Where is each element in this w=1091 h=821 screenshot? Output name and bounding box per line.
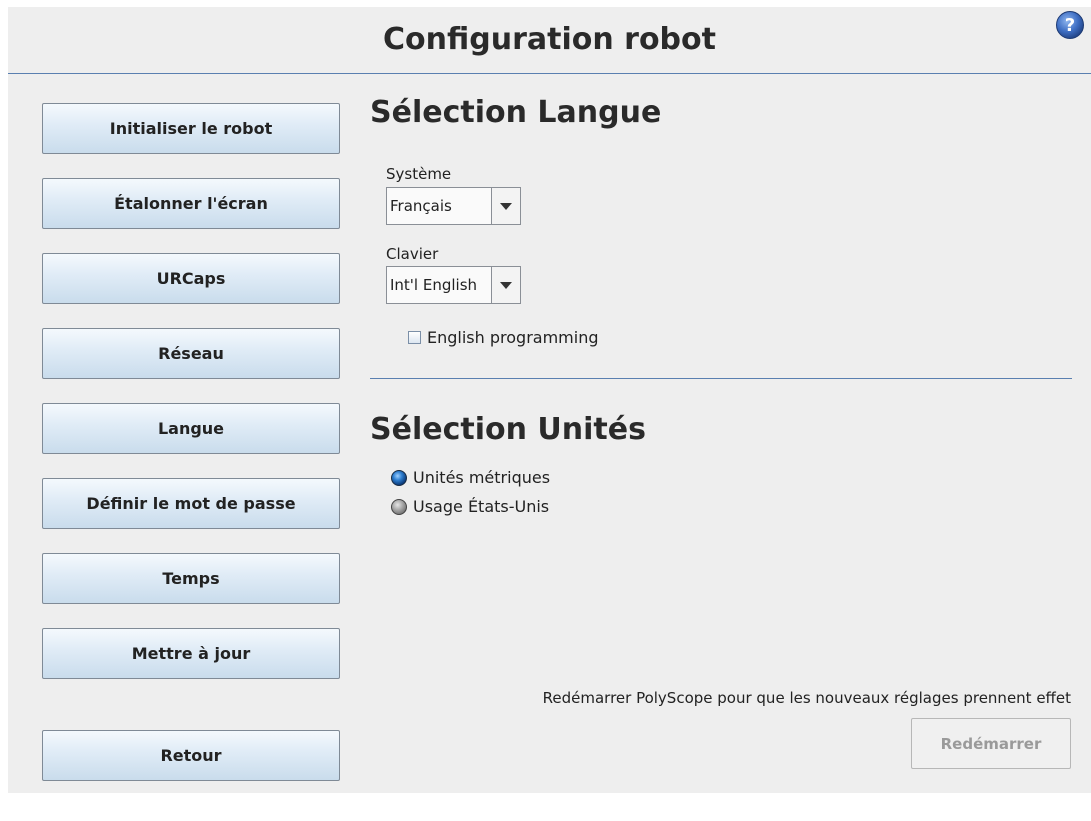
keyboard-language-value: Int'l English [390, 276, 478, 294]
english-programming-checkbox[interactable]: English programming [408, 328, 598, 347]
sidebar-item-set-password[interactable]: Définir le mot de passe [42, 478, 340, 529]
dropdown-button[interactable] [491, 188, 520, 224]
system-language-dropdown[interactable]: Français [386, 187, 521, 225]
title-bar: Configuration robot ? [8, 7, 1091, 74]
sidebar-item-label: Mettre à jour [131, 644, 251, 663]
sidebar-item-language[interactable]: Langue [42, 403, 340, 454]
back-button[interactable]: Retour [42, 730, 340, 781]
radio-unselected-icon[interactable] [391, 498, 407, 515]
page-title: Configuration robot [383, 22, 716, 57]
sidebar-item-label: Temps [162, 569, 220, 588]
radio-us-units[interactable]: Usage États-Unis [391, 497, 549, 516]
language-heading: Sélection Langue [370, 95, 662, 130]
sidebar-item-label: Réseau [158, 344, 224, 363]
radio-label: Unités métriques [413, 468, 551, 487]
svg-text:?: ? [1065, 15, 1075, 36]
sidebar-item-update[interactable]: Mettre à jour [42, 628, 340, 679]
chevron-down-icon [500, 203, 512, 210]
restart-button[interactable]: Redémarrer [911, 718, 1071, 769]
radio-metric-units[interactable]: Unités métriques [391, 468, 550, 487]
sidebar-item-label: Langue [157, 419, 225, 438]
sidebar-item-initialize-robot[interactable]: Initialiser le robot [42, 103, 340, 154]
help-icon[interactable]: ? [1055, 10, 1085, 40]
checkbox-icon[interactable] [408, 331, 421, 344]
sidebar-item-label: Définir le mot de passe [86, 494, 296, 513]
back-button-label: Retour [160, 746, 222, 765]
app-window: Configuration robot ? Initialiser le rob… [8, 7, 1091, 793]
radio-label: Usage États-Unis [413, 497, 550, 516]
sidebar-item-urcaps[interactable]: URCaps [42, 253, 340, 304]
sidebar-item-label: URCaps [156, 269, 226, 288]
sidebar-item-network[interactable]: Réseau [42, 328, 340, 379]
units-heading: Sélection Unités [370, 412, 646, 447]
section-divider [370, 378, 1072, 379]
keyboard-language-label: Clavier [386, 245, 439, 263]
sidebar-item-label: Initialiser le robot [109, 119, 273, 138]
sidebar-item-calibrate-screen[interactable]: Étalonner l'écran [42, 178, 340, 229]
keyboard-language-dropdown[interactable]: Int'l English [386, 266, 521, 304]
sidebar-item-label: Étalonner l'écran [114, 194, 268, 213]
system-language-value: Français [390, 197, 452, 215]
radio-selected-icon[interactable] [391, 469, 407, 486]
english-programming-label: English programming [427, 328, 599, 347]
chevron-down-icon [500, 282, 512, 289]
system-language-label: Système [386, 165, 452, 183]
sidebar-item-time[interactable]: Temps [42, 553, 340, 604]
dropdown-button[interactable] [491, 267, 520, 303]
restart-button-label: Redémarrer [940, 734, 1042, 753]
restart-note: Redémarrer PolyScope pour que les nouvea… [542, 689, 1071, 707]
